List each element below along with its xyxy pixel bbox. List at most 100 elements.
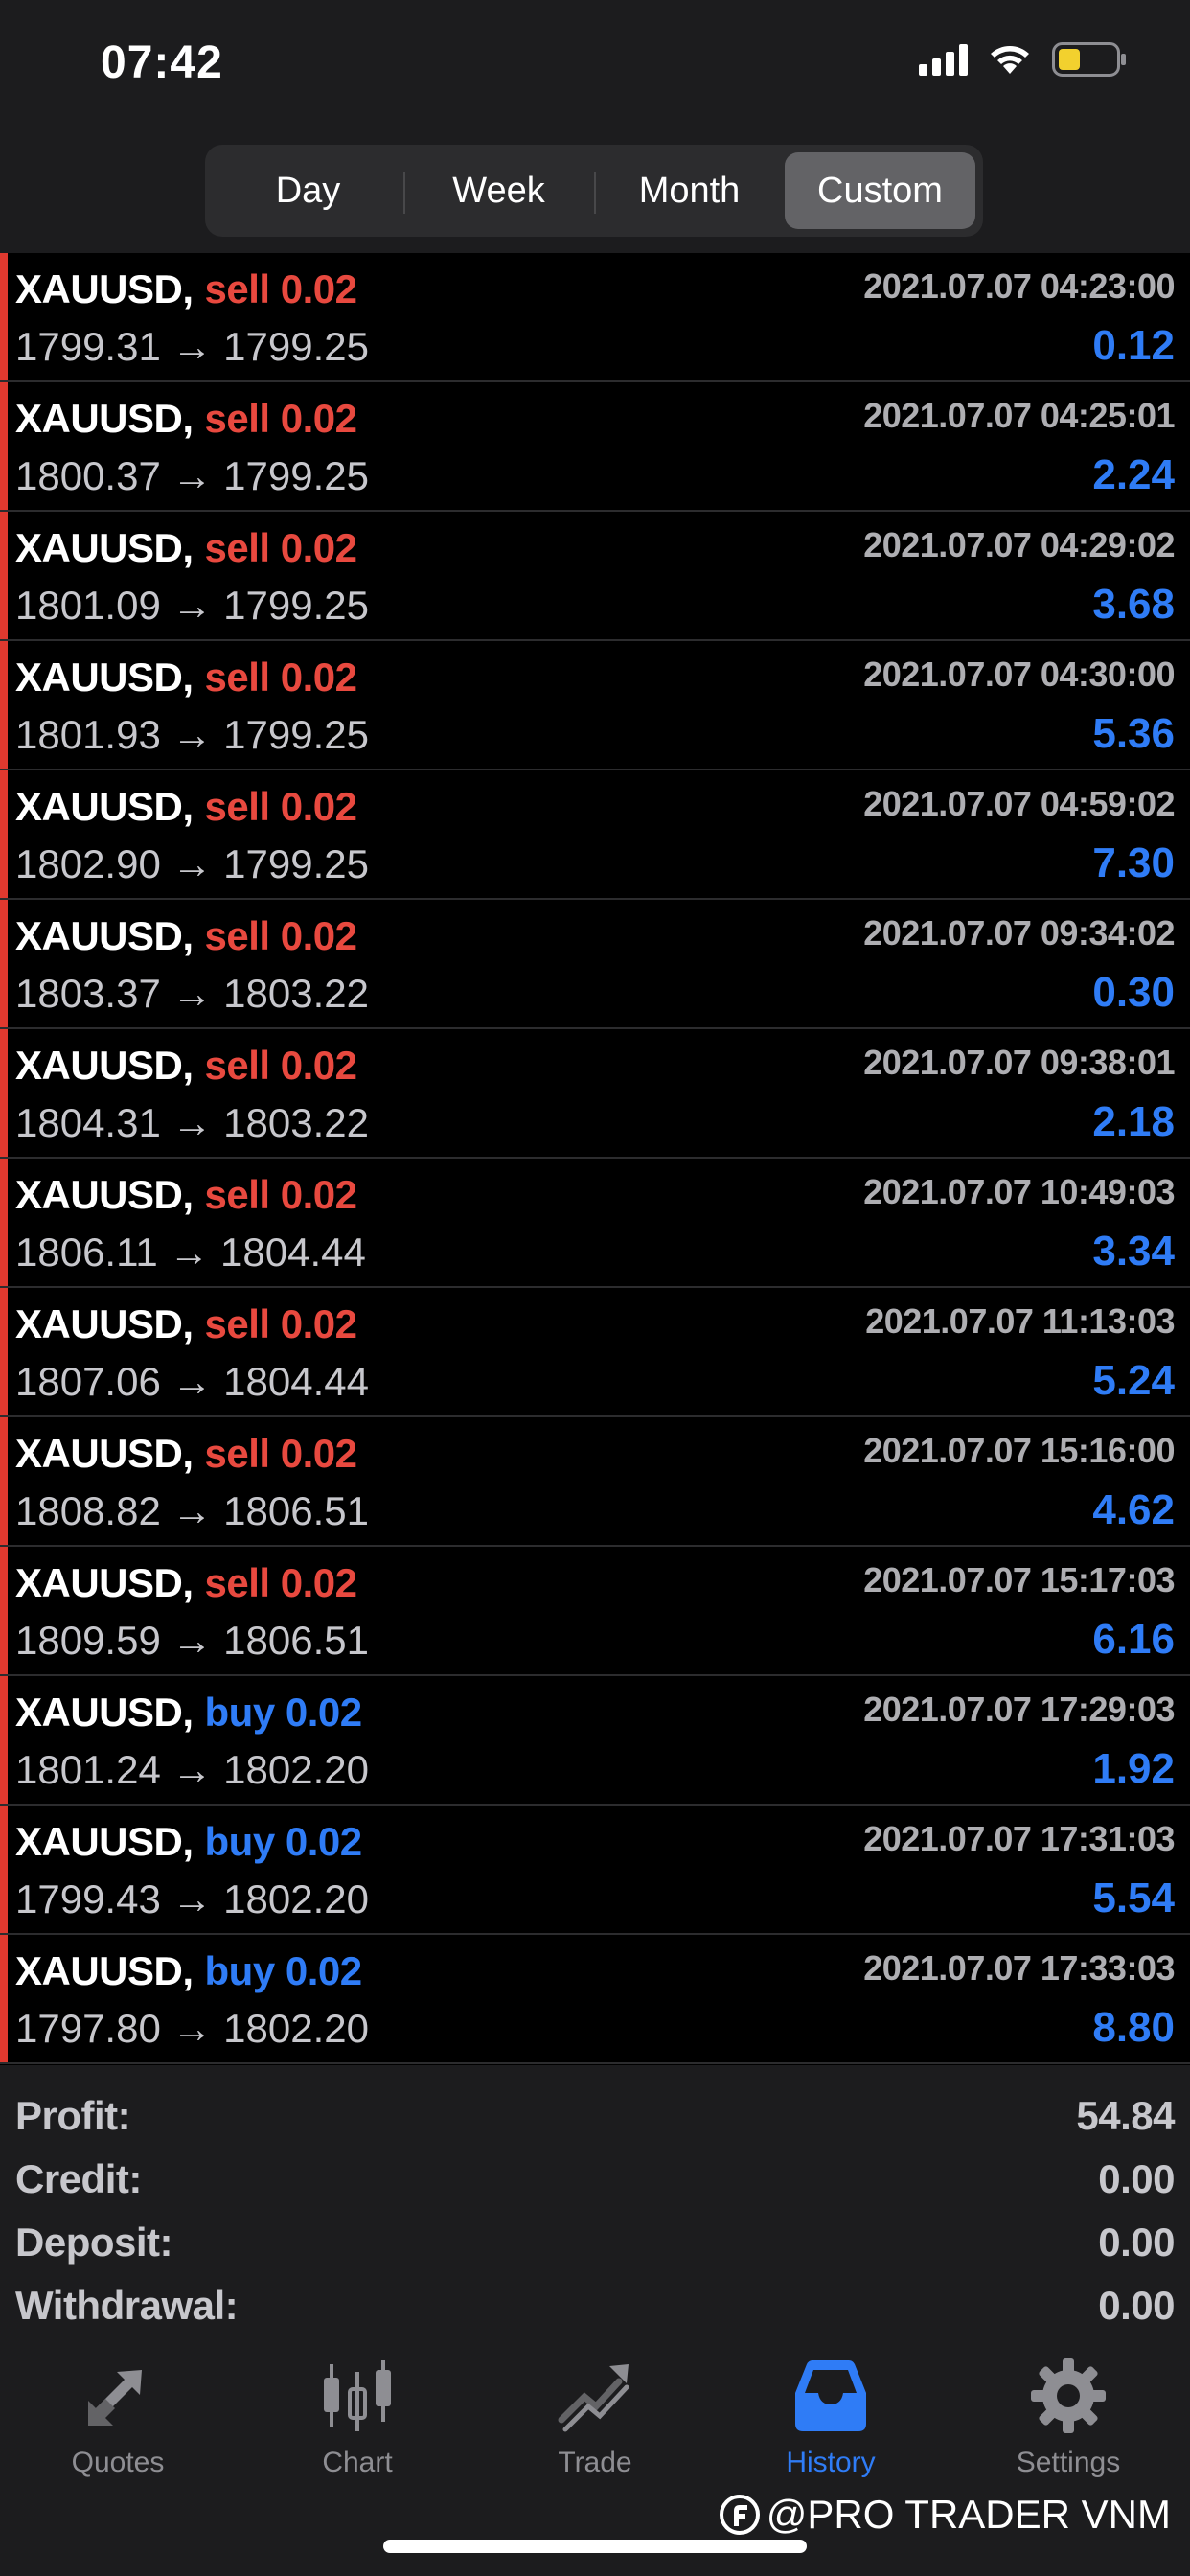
tab-quotes[interactable]: Quotes <box>22 2353 214 2479</box>
trade-open-price: 1808.82 <box>15 1488 161 1533</box>
summary-profit-row: Profit: 54.84 <box>0 2084 1190 2148</box>
trade-prices: 1801.93 → 1799.25 <box>15 712 369 758</box>
trade-close-price: 1799.25 <box>223 712 369 757</box>
segment-week[interactable]: Week <box>403 152 594 229</box>
summary-withdrawal-label: Withdrawal: <box>15 2283 239 2328</box>
home-indicator[interactable] <box>383 2540 807 2553</box>
trade-row[interactable]: XAUUSD, sell 0.02 1808.82 → 1806.51 2021.07… <box>0 1417 1190 1547</box>
tab-history[interactable]: History <box>735 2353 927 2479</box>
trade-row[interactable]: XAUUSD, buy 0.02 1797.80 → 1802.20 2021.07.… <box>0 1935 1190 2064</box>
summary-credit-value: 0.00 <box>1098 2156 1175 2201</box>
arrow-right-icon: → <box>172 583 213 628</box>
trade-symbol-name: XAUUSD, <box>15 784 194 829</box>
trade-row[interactable]: XAUUSD, sell 0.02 1804.31 → 1803.22 2021.07… <box>0 1029 1190 1159</box>
tab-history-label: History <box>786 2447 876 2478</box>
summary-deposit-row: Deposit: 0.00 <box>0 2211 1190 2274</box>
trade-volume: 0.02 <box>285 1690 362 1735</box>
tab-trade[interactable]: Trade <box>499 2353 691 2479</box>
trade-symbol-name: XAUUSD, <box>15 1301 194 1346</box>
trade-symbol-name: XAUUSD, <box>15 1948 194 1993</box>
trade-trend-icon <box>558 2364 629 2432</box>
trade-row[interactable]: XAUUSD, sell 0.02 1799.31 → 1799.25 2021.07… <box>0 253 1190 382</box>
trade-time: 2021.07.07 17:29:03 <box>863 1690 1175 1729</box>
period-selector-bar: Day Week Month Custom <box>0 134 1190 253</box>
trade-open-price: 1801.24 <box>15 1747 161 1792</box>
trade-symbol-name: XAUUSD, <box>15 396 194 441</box>
trade-side: sell 0.02 <box>205 1301 357 1346</box>
trade-time: 2021.07.07 09:34:02 <box>863 913 1175 953</box>
period-segmented-control: Day Week Month Custom <box>205 145 983 237</box>
trade-side-label: sell <box>204 1172 271 1217</box>
trade-history-list: XAUUSD, sell 0.02 1799.31 → 1799.25 2021.07… <box>0 253 1190 2064</box>
trade-row[interactable]: XAUUSD, sell 0.02 1801.93 → 1799.25 2021.07… <box>0 641 1190 770</box>
cellular-signal-icon <box>919 43 968 76</box>
trade-time: 2021.07.07 09:38:01 <box>863 1043 1175 1082</box>
trade-time: 2021.07.07 11:13:03 <box>865 1301 1175 1341</box>
trade-row[interactable]: XAUUSD, buy 0.02 1799.43 → 1802.20 2021.07.… <box>0 1806 1190 1935</box>
trade-symbol: XAUUSD, sell 0.02 <box>15 1172 357 1218</box>
trade-symbol-name: XAUUSD, <box>15 1560 194 1605</box>
trade-open-price: 1807.06 <box>15 1359 161 1404</box>
trade-close-price: 1799.25 <box>223 583 369 628</box>
trade-side: sell 0.02 <box>205 784 357 829</box>
trade-side: sell 0.02 <box>205 525 357 570</box>
trade-time: 2021.07.07 17:31:03 <box>863 1819 1175 1858</box>
trade-symbol-name: XAUUSD, <box>15 1431 194 1476</box>
trade-time: 2021.07.07 04:23:00 <box>863 266 1175 306</box>
trade-profit: 7.30 <box>1092 840 1175 886</box>
trade-profit: 0.30 <box>1092 969 1175 1016</box>
trade-symbol: XAUUSD, sell 0.02 <box>15 266 357 312</box>
segment-custom[interactable]: Custom <box>785 152 975 229</box>
watermark-text: @PRO TRADER VNM <box>766 2492 1171 2537</box>
trade-row[interactable]: XAUUSD, sell 0.02 1809.59 → 1806.51 2021.07… <box>0 1547 1190 1676</box>
inbox-tray-icon <box>795 2360 866 2431</box>
trade-side-label: sell <box>204 655 271 700</box>
tab-settings[interactable]: Settings <box>973 2353 1164 2479</box>
trade-symbol: XAUUSD, sell 0.02 <box>15 1431 357 1477</box>
arrow-right-icon: → <box>172 2006 213 2051</box>
trade-time: 2021.07.07 04:30:00 <box>863 655 1175 694</box>
trade-side-label: sell <box>204 1560 271 1605</box>
trade-close-price: 1803.22 <box>223 971 369 1016</box>
trade-volume: 0.02 <box>285 1819 362 1864</box>
trade-row[interactable]: XAUUSD, sell 0.02 1802.90 → 1799.25 2021.07… <box>0 770 1190 900</box>
trade-row[interactable]: XAUUSD, sell 0.02 1806.11 → 1804.44 2021.07… <box>0 1159 1190 1288</box>
trade-volume: 0.02 <box>280 396 357 441</box>
trade-symbol-name: XAUUSD, <box>15 913 194 958</box>
trade-side: sell 0.02 <box>205 913 357 958</box>
trade-time: 2021.07.07 10:49:03 <box>863 1172 1175 1211</box>
trade-volume: 0.02 <box>280 1043 357 1088</box>
trade-prices: 1804.31 → 1803.22 <box>15 1100 369 1146</box>
trade-side-label: sell <box>204 1431 271 1476</box>
trade-close-price: 1802.20 <box>223 1747 369 1792</box>
trade-side: sell 0.02 <box>205 396 357 441</box>
trade-row[interactable]: XAUUSD, sell 0.02 1803.37 → 1803.22 2021.07… <box>0 900 1190 1029</box>
trade-profit: 3.68 <box>1092 581 1175 628</box>
trade-side-label: sell <box>204 266 271 311</box>
trade-prices: 1807.06 → 1804.44 <box>15 1359 369 1405</box>
trade-row[interactable]: XAUUSD, sell 0.02 1801.09 → 1799.25 2021.07… <box>0 512 1190 641</box>
trade-prices: 1809.59 → 1806.51 <box>15 1618 369 1664</box>
trade-volume: 0.02 <box>280 1560 357 1605</box>
history-summary: Profit: 54.84 Credit: 0.00 Deposit: 0.00… <box>0 2065 1190 2335</box>
trade-open-price: 1801.93 <box>15 712 161 757</box>
trade-prices: 1806.11 → 1804.44 <box>15 1230 366 1276</box>
trade-close-price: 1806.51 <box>223 1618 369 1663</box>
trade-open-price: 1809.59 <box>15 1618 161 1663</box>
trade-side: sell 0.02 <box>205 1172 357 1217</box>
trade-close-price: 1806.51 <box>223 1488 369 1533</box>
trade-row[interactable]: XAUUSD, sell 0.02 1807.06 → 1804.44 2021.07… <box>0 1288 1190 1417</box>
trade-profit: 0.12 <box>1092 322 1175 369</box>
trade-side-label: sell <box>204 525 271 570</box>
trade-open-price: 1804.31 <box>15 1100 161 1145</box>
tab-chart[interactable]: Chart <box>262 2353 453 2479</box>
segment-day[interactable]: Day <box>213 152 403 229</box>
trade-row[interactable]: XAUUSD, sell 0.02 1800.37 → 1799.25 2021.07… <box>0 382 1190 512</box>
segment-month[interactable]: Month <box>594 152 785 229</box>
trade-profit: 8.80 <box>1092 2004 1175 2051</box>
trade-time: 2021.07.07 04:29:02 <box>863 525 1175 564</box>
trade-prices: 1799.31 → 1799.25 <box>15 324 369 370</box>
trade-profit: 5.36 <box>1092 710 1175 757</box>
trade-row[interactable]: XAUUSD, buy 0.02 1801.24 → 1802.20 2021.07.… <box>0 1676 1190 1806</box>
trade-profit: 2.24 <box>1092 451 1175 498</box>
